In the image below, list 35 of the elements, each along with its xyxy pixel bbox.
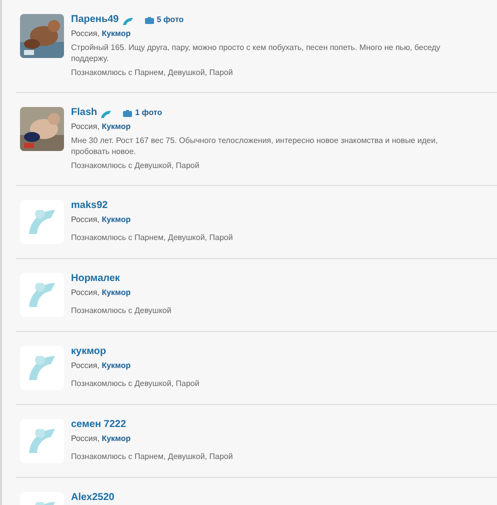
about-text: Мне 30 лет. Рост 167 вес 75. Обычного телосложения, интересно новое знакомства и новые идеи, пробовать новое. bbox=[71, 135, 439, 157]
profile-name-link[interactable]: семен 7222 bbox=[71, 419, 126, 431]
profile-name-link[interactable]: Парень49 bbox=[71, 14, 119, 26]
country-text: Россия, bbox=[71, 434, 100, 443]
seeking-text: Познакомлюсь с Девушкой, Парой bbox=[71, 161, 200, 171]
silhouette-icon bbox=[29, 429, 55, 453]
camera-icon bbox=[123, 110, 132, 116]
silhouette-icon bbox=[29, 210, 55, 234]
seeking-text: Познакомлюсь с Парнем, Девушкой, Парой bbox=[71, 68, 234, 78]
country-text: Россия, bbox=[71, 29, 100, 38]
about-text: Стройный 165. Ищу друга, пару, можно просто с кем побухать, песен попеть. Много не пью, беседу поддержу. bbox=[71, 42, 441, 64]
seeking-text: Познакомлюсь с Девушкой bbox=[71, 306, 172, 316]
camera-icon bbox=[144, 16, 154, 24]
seeking-text: Познакомлюсь с Парнем, Девушкой, Парой bbox=[71, 233, 233, 243]
silhouette-icon bbox=[29, 356, 55, 380]
profile-name-link[interactable]: Alex2520 bbox=[71, 492, 114, 504]
country-text: Россия, bbox=[71, 361, 100, 370]
city-link[interactable]: Кукмор bbox=[102, 434, 131, 443]
photo-count-link[interactable]: 5 фото bbox=[156, 14, 184, 26]
seeking-text: Познакомлюсь с Девушкой, Парой bbox=[71, 379, 200, 389]
profile-name-link[interactable]: кукмор bbox=[71, 346, 106, 358]
city-link[interactable]: Кукмор bbox=[102, 29, 131, 38]
country-text: Россия, bbox=[71, 215, 100, 224]
profile-name-link[interactable]: Flash bbox=[71, 107, 98, 119]
city-link[interactable]: Кукмор bbox=[102, 288, 131, 297]
city-link[interactable]: Кукмор bbox=[102, 122, 131, 131]
photo-count-link[interactable]: 1 фото bbox=[135, 107, 162, 119]
silhouette-icon bbox=[29, 283, 55, 307]
country-text: Россия, bbox=[71, 288, 100, 297]
seeking-text: Познакомлюсь с Парнем, Девушкой, Парой bbox=[71, 452, 233, 462]
city-link[interactable]: Кукмор bbox=[102, 215, 131, 224]
country-text: Россия, bbox=[71, 122, 100, 131]
profile-name-link[interactable]: maks92 bbox=[71, 200, 108, 212]
profile-name-link[interactable]: Нормалек bbox=[71, 273, 120, 285]
city-link[interactable]: Кукмор bbox=[102, 361, 131, 370]
